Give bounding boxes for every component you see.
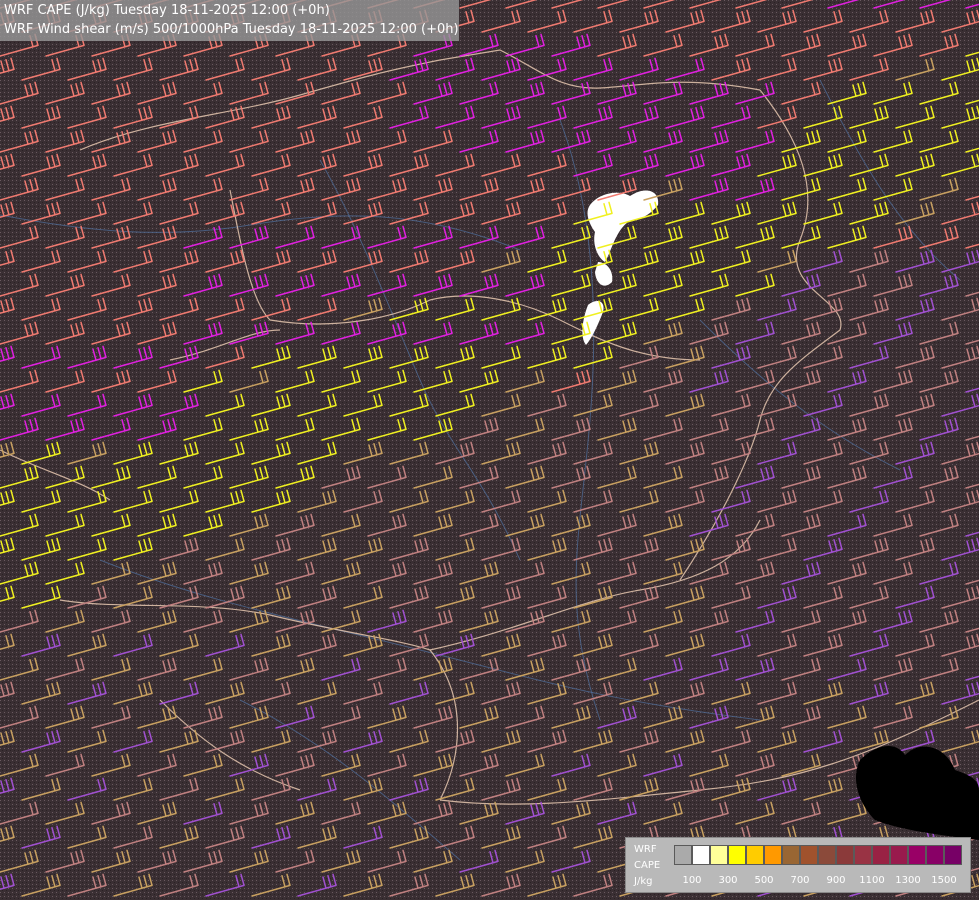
legend-swatch [890, 845, 908, 865]
legend-tick-label: 700 [790, 875, 810, 886]
legend-tick-label: 1500 [931, 875, 957, 886]
legend-swatch [728, 845, 746, 865]
legend-swatch [674, 845, 692, 865]
map-title-cape: WRF CAPE (J/kg) Tuesday 18-11-2025 12:00… [4, 3, 330, 18]
legend-tick-label: 300 [718, 875, 738, 886]
weather-map[interactable] [0, 0, 979, 900]
legend-tick-label: 500 [754, 875, 774, 886]
dot-pattern-layer [0, 0, 979, 900]
legend-swatch [854, 845, 872, 865]
legend-tick-label: 1300 [895, 875, 921, 886]
cape-legend: WRF CAPE J/kg 100 300 500 700 900 1100 1300 150… [625, 837, 971, 893]
legend-swatch [782, 845, 800, 865]
legend-swatch [926, 845, 944, 865]
legend-swatch [692, 845, 710, 865]
legend-swatch [746, 845, 764, 865]
legend-swatch [836, 845, 854, 865]
legend-tick-label: 100 [682, 875, 702, 886]
map-title-wind-shear: WRF Wind shear (m/s) 500/1000hPa Tuesday… [4, 22, 459, 37]
legend-color-scale [674, 845, 962, 865]
legend-swatch [872, 845, 890, 865]
legend-swatch [710, 845, 728, 865]
legend-swatch [944, 845, 962, 865]
legend-label-variable: CAPE [634, 860, 661, 871]
legend-swatch [764, 845, 782, 865]
legend-swatch [800, 845, 818, 865]
title-box: WRF CAPE (J/kg) Tuesday 18-11-2025 12:00… [0, 0, 459, 41]
legend-label-model: WRF [634, 844, 657, 855]
legend-tick-label: 1100 [859, 875, 885, 886]
legend-label-unit: J/kg [634, 876, 653, 887]
dot-fill [0, 0, 979, 900]
legend-swatch [908, 845, 926, 865]
legend-swatch [818, 845, 836, 865]
legend-tick-label: 900 [826, 875, 846, 886]
